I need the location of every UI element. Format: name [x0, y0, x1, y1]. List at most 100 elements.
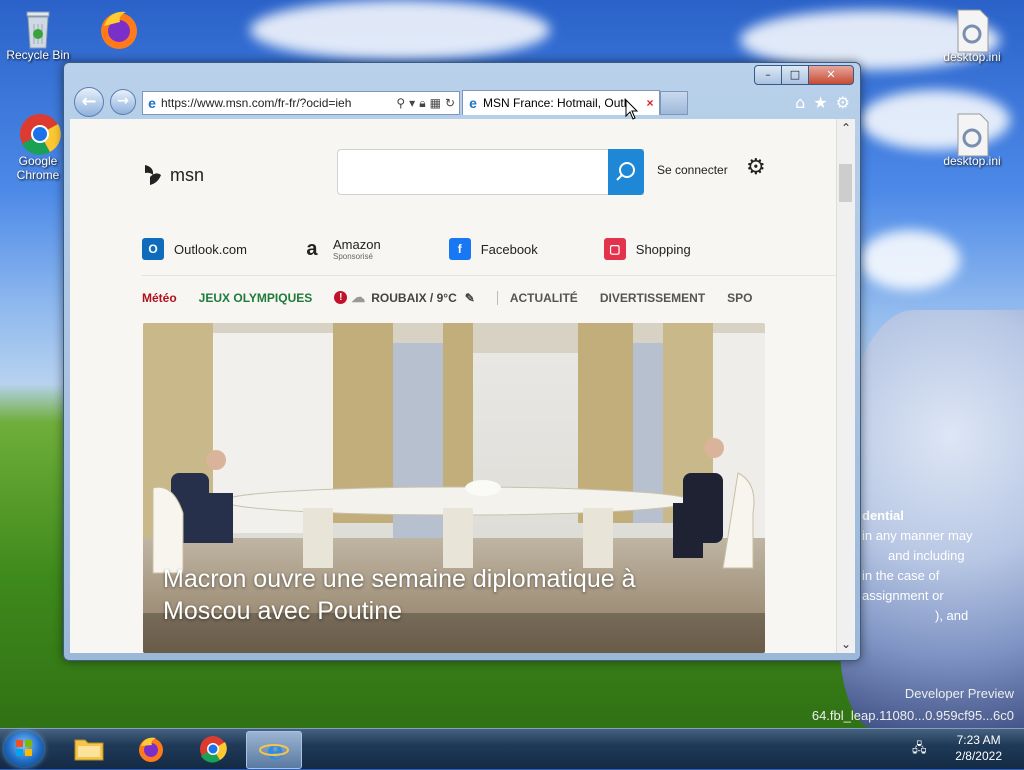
sign-in-link[interactable]: Se connecter [657, 163, 728, 177]
taskbar: e 🖧︎ 7:23 AM 2/8/2022 [0, 728, 1024, 769]
firefox-icon [96, 6, 137, 49]
quicklink-outlook[interactable]: O Outlook.com [142, 237, 247, 261]
back-arrow-icon: ← [81, 91, 97, 112]
nav-divertissement[interactable]: DIVERTISSEMENT [600, 291, 705, 305]
search-input[interactable] [337, 149, 644, 195]
wallpaper-cloud [250, 0, 550, 60]
desktop-icon-label: desktop.ini [943, 154, 1001, 168]
address-url[interactable]: https://www.msn.com/fr-fr/?ocid=ieh [161, 96, 396, 110]
wallpaper-cloud [860, 230, 960, 290]
page-content: msn Se connecter ⚙ O Outlook.com a Amazo… [70, 119, 836, 653]
facebook-icon: f [448, 238, 471, 260]
browser-window: – □ ✕ ← → e https://www.msn.com/fr-fr/?o… [63, 62, 861, 661]
msn-logo-text: msn [170, 164, 205, 185]
wallpaper-text: dential [862, 508, 904, 523]
desktop-icon-label: desktop.ini [943, 50, 1001, 64]
start-button[interactable] [4, 731, 44, 767]
address-bar[interactable]: e https://www.msn.com/fr-fr/?ocid=ieh ⚲ … [142, 91, 460, 115]
wallpaper-text: assignment or [862, 588, 944, 603]
mouse-cursor-icon [625, 99, 639, 120]
nav-meteo[interactable]: Météo [142, 291, 177, 305]
wallpaper-text: ), and [935, 608, 969, 623]
watermark-text: 64.fbl_leap.11080...0.959cf95...6c0 [811, 708, 1014, 723]
scroll-down-icon[interactable]: ⌄ [837, 635, 855, 653]
sponsored-label: Sponsorisé [332, 252, 374, 261]
close-button[interactable]: ✕ [808, 65, 854, 85]
nav-jeux-olympiques[interactable]: JEUX OLYMPIQUES [199, 291, 313, 305]
quicklink-shopping[interactable]: ▢ Shopping [603, 237, 691, 261]
quicklink-amazon[interactable]: a Amazon Sponsorisé [301, 237, 381, 261]
firefox-icon [139, 737, 163, 762]
search-button[interactable] [608, 149, 644, 195]
clock-time: 7:23 AM [956, 733, 1001, 747]
hero-headline-line: Moscou avec Poutine [163, 597, 403, 625]
weather-widget[interactable]: ! ☁ ROUBAIX / 9°C ✎ [334, 289, 475, 306]
gear-icon[interactable]: ⚙ [836, 93, 850, 112]
wallpaper-text: and including [888, 548, 965, 563]
quicklink-label: Amazon [332, 237, 381, 252]
vertical-scrollbar[interactable]: ⌃ ⌄ [836, 119, 855, 653]
weather-location: ROUBAIX / 9°C [371, 290, 457, 305]
quick-links: O Outlook.com a Amazon Sponsorisé f Face… [142, 237, 836, 261]
favorites-star-icon[interactable]: ★ [813, 93, 827, 112]
internet-explorer-icon: e [259, 736, 289, 765]
desktop-icon-recycle-bin[interactable]: Recycle Bin [2, 6, 74, 62]
watermark-text: Developer Preview [904, 686, 1014, 701]
taskbar-firefox[interactable] [124, 731, 178, 767]
ie-page-icon: e [148, 95, 156, 111]
taskbar-file-explorer[interactable] [62, 731, 116, 767]
divider [142, 275, 836, 276]
home-icon[interactable]: ⌂ [795, 93, 805, 112]
desktop-icon-label: Recycle Bin [6, 48, 70, 62]
search-icon [616, 162, 635, 181]
dropdown-icon[interactable]: ▾ [409, 96, 415, 111]
minimize-button[interactable]: – [754, 65, 782, 85]
wallpaper-text: in the case of [862, 568, 940, 583]
lock-icon[interactable]: 🔒︎ [419, 96, 425, 111]
svg-text:e: e [267, 736, 284, 765]
settings-file-icon [952, 112, 992, 157]
browser-toolbar-right: ⌂ ★ ⚙ [795, 93, 850, 112]
msn-logo[interactable]: msn [142, 163, 204, 187]
msn-butterfly-icon [145, 165, 161, 185]
forward-button[interactable]: → [110, 89, 136, 115]
forward-arrow-icon: → [117, 93, 129, 109]
chrome-icon [18, 112, 61, 155]
window-controls: – □ ✕ [754, 65, 854, 85]
taskbar-chrome[interactable] [186, 731, 240, 767]
desktop-icon-firefox[interactable] [80, 6, 152, 49]
settings-file-icon [952, 8, 992, 53]
ie-page-icon: e [469, 95, 477, 111]
compatibility-icon[interactable]: ▦ [430, 96, 441, 111]
tab-title: MSN France: Hotmail, Outl [483, 96, 627, 110]
nav-actualite[interactable]: ACTUALITÉ [510, 291, 578, 305]
back-button[interactable]: ← [74, 87, 104, 117]
desktop-icon-desktop-ini[interactable]: desktop.ini [936, 112, 1008, 168]
new-tab-button[interactable] [660, 91, 688, 115]
address-tools: ⚲ ▾ 🔒︎ ▦ ↻ [396, 96, 459, 111]
refresh-icon[interactable]: ↻ [445, 96, 455, 111]
maximize-button[interactable]: □ [781, 65, 809, 85]
edit-pencil-icon[interactable]: ✎ [465, 291, 475, 305]
file-explorer-icon [74, 739, 104, 761]
quicklink-facebook[interactable]: f Facebook [448, 237, 538, 261]
quicklink-label: Shopping [635, 241, 691, 257]
settings-gear-icon[interactable]: ⚙ [746, 155, 766, 180]
shopping-bag-icon: ▢ [603, 238, 626, 260]
tab-close-icon[interactable]: × [641, 96, 659, 110]
nav-sport[interactable]: SPO [727, 291, 752, 305]
taskbar-internet-explorer[interactable]: e [246, 731, 302, 769]
clock[interactable]: 7:23 AM 2/8/2022 [955, 732, 1002, 764]
hero-headline[interactable]: Macron ouvre une semaine diplomatique à … [163, 563, 723, 627]
weather-alert-icon: ! [334, 291, 348, 304]
quicklink-text: Amazon Sponsorisé [333, 237, 381, 261]
wallpaper-text: in any manner may [862, 528, 973, 543]
clock-date: 2/8/2022 [955, 749, 1002, 763]
windows-logo-icon [16, 740, 32, 756]
search-icon[interactable]: ⚲ [396, 96, 405, 111]
hero-article[interactable]: Macron ouvre une semaine diplomatique à … [143, 323, 765, 653]
network-icon[interactable]: 🖧︎ [912, 739, 928, 756]
desktop-icon-desktop-ini[interactable]: desktop.ini [936, 8, 1008, 64]
scrollbar-thumb[interactable] [839, 164, 852, 202]
scroll-up-icon[interactable]: ⌃ [837, 119, 855, 137]
